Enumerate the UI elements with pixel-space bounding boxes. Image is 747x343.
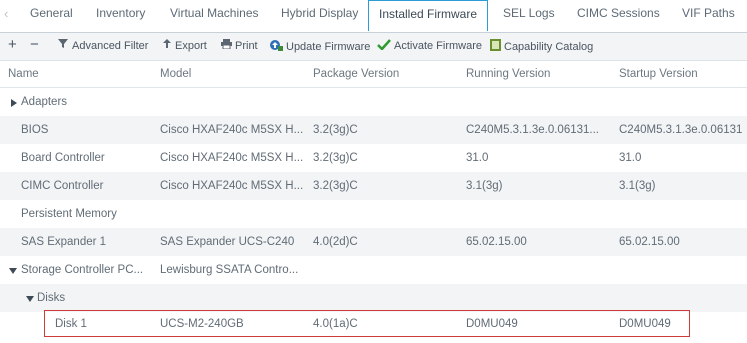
table-row[interactable]: BIOS Cisco HXAF240c M5SX H... 3.2(3g)C C… [0,116,747,144]
row-model: Cisco HXAF240c M5SX H... [160,152,304,164]
collapse-arrow-icon[interactable] [9,268,17,274]
row-startup-version: C240M5.3.1.3e.0.06131 [619,124,743,136]
catalog-icon [490,39,501,54]
remove-button[interactable]: − [30,36,39,53]
chevron-left-icon[interactable]: ‹ [4,6,8,21]
table-row[interactable]: CIMC Controller Cisco HXAF240c M5SX H...… [0,172,747,200]
table-row[interactable]: SAS Expander 1 SAS Expander UCS-C240 4.0… [0,228,747,256]
table-header: Name Model Package Version Running Versi… [0,61,747,88]
add-button[interactable]: + [8,36,17,53]
tab-vif-paths[interactable]: VIF Paths [682,6,735,20]
expand-arrow-icon[interactable] [11,99,17,107]
column-header-name[interactable]: Name [8,68,39,80]
tab-hybrid-display[interactable]: Hybrid Display [281,6,358,20]
table-row[interactable]: Disks [0,284,747,312]
tab-sel-logs[interactable]: SEL Logs [503,6,555,20]
capability-catalog-button[interactable]: Capability Catalog [490,39,593,54]
tab-general[interactable]: General [30,6,73,20]
update-firmware-button[interactable]: Update Firmware [269,39,370,54]
row-name: Persistent Memory [21,208,117,220]
activate-firmware-label: Activate Firmware [394,40,483,52]
activate-firmware-button[interactable]: Activate Firmware [377,39,482,53]
table-row[interactable]: Storage Controller PC... Lewisburg SSATA… [0,256,747,284]
row-name: Disks [37,292,66,304]
column-header-startup-version[interactable]: Startup Version [619,68,698,80]
column-header-running-version[interactable]: Running Version [466,68,550,80]
advanced-filter-label: Advanced Filter [72,39,149,52]
update-firmware-label: Update Firmware [286,40,371,53]
row-name: Adapters [21,96,68,108]
row-name: BIOS [21,124,49,136]
table-row[interactable]: Board Controller Cisco HXAF240c M5SX H..… [0,144,747,172]
row-running-version: 65.02.15.00 [466,236,527,248]
tab-bar: ‹ General Inventory Virtual Machines Hyb… [0,0,747,33]
print-button[interactable]: Print [221,39,258,52]
row-name: SAS Expander 1 [21,236,107,248]
row-model: SAS Expander UCS-C240 [160,236,295,248]
tab-inventory[interactable]: Inventory [96,6,145,20]
row-package-version: 4.0(2d)C [313,236,358,248]
update-firmware-icon [269,39,283,54]
print-label: Print [235,39,258,52]
row-model: Lewisburg SSATA Contro... [160,264,299,276]
row-model: Cisco HXAF240c M5SX H... [160,180,304,192]
table-row[interactable]: Adapters [0,88,747,116]
tab-virtual-machines[interactable]: Virtual Machines [170,6,259,20]
row-name: CIMC Controller [21,180,104,192]
row-package-version: 3.2(3g)C [313,180,358,192]
advanced-filter-button[interactable]: Advanced Filter [58,39,148,52]
export-button[interactable]: Export [162,39,207,52]
selection-highlight-box [44,310,690,337]
installed-firmware-panel: ‹ General Inventory Virtual Machines Hyb… [0,0,747,343]
row-startup-version: 31.0 [619,152,642,164]
row-running-version: C240M5.3.1.3e.0.06131... [466,124,599,136]
tab-installed-firmware[interactable]: Installed Firmware [368,0,488,31]
filter-icon [58,39,69,52]
row-running-version: 3.1(3g) [466,180,503,192]
row-running-version: 31.0 [466,152,489,164]
row-startup-version: 3.1(3g) [619,180,656,192]
collapse-arrow-icon[interactable] [26,296,34,302]
row-package-version: 3.2(3g)C [313,124,358,136]
row-name: Board Controller [21,152,105,164]
row-startup-version: 65.02.15.00 [619,236,680,248]
row-name: Storage Controller PC... [21,264,144,276]
printer-icon [221,39,232,52]
column-header-model[interactable]: Model [160,68,191,80]
export-icon [162,39,172,52]
table-row[interactable]: Persistent Memory [0,200,747,228]
toolbar: + − Advanced Filter Export Print Update … [0,33,747,61]
column-header-package-version[interactable]: Package Version [313,68,399,80]
capability-catalog-label: Capability Catalog [504,40,594,53]
export-label: Export [175,39,207,52]
row-package-version: 3.2(3g)C [313,152,358,164]
row-model: Cisco HXAF240c M5SX H... [160,124,304,136]
checkmark-icon [377,39,391,53]
tab-cimc-sessions[interactable]: CIMC Sessions [577,6,660,20]
